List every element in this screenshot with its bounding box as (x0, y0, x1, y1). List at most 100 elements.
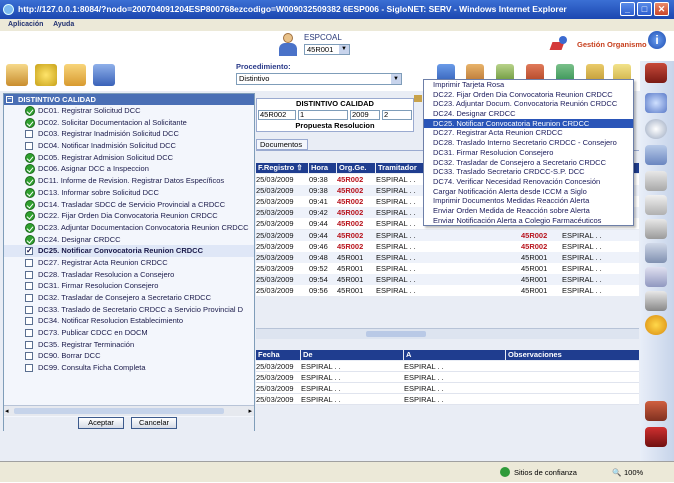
checkbox[interactable] (25, 142, 33, 151)
col-fregistro[interactable]: F.Registro ⇧ (256, 163, 308, 173)
checkbox[interactable] (25, 329, 33, 338)
lightbulb-icon[interactable] (35, 64, 57, 86)
procedimiento-select[interactable]: Distintivo ▼ (236, 73, 402, 85)
document-icon[interactable] (645, 145, 667, 165)
dropdown-item[interactable]: Cargar Notificación Alerta desde ICCM a … (424, 187, 633, 197)
checkbox[interactable] (25, 258, 33, 267)
tree-item[interactable]: DC99. Consulta Ficha Completa (4, 362, 254, 374)
tree-item[interactable]: DC01. Registrar Solicitud DCC (4, 105, 254, 117)
tree-item[interactable]: DC14. Trasladar SDCC de Servicio Provinc… (4, 199, 254, 211)
tree-item[interactable]: DC33. Traslado de Secretario CRDCC a Ser… (4, 304, 254, 316)
tree-item[interactable]: DC27. Registrar Acta Reunion CRDCC (4, 257, 254, 269)
folder-icon[interactable] (64, 64, 86, 86)
dropdown-item[interactable]: Enviar Notificación Alerta a Colegio Far… (424, 216, 633, 226)
clip-icon[interactable] (645, 267, 667, 287)
col-observaciones[interactable]: Observaciones (506, 350, 639, 360)
gear-icon[interactable] (645, 315, 667, 335)
tab-documentos[interactable]: Documentos (256, 139, 308, 150)
dropdown-item[interactable]: DC28. Traslado Interno Secretario CRDCC … (424, 138, 633, 148)
col-hora[interactable]: Hora (309, 163, 336, 173)
table-row[interactable]: 25/03/2009 09:52 45R001 ESPIRAL . . 45R001 ES… (256, 262, 639, 274)
col-de[interactable]: De (301, 350, 403, 360)
col-orgge[interactable]: Org.Ge. (337, 163, 375, 173)
tree-item[interactable]: DC24. Designar CRDCC (4, 234, 254, 246)
font-icon[interactable] (645, 291, 667, 311)
checkbox[interactable] (25, 317, 33, 326)
tools-cross-icon[interactable] (645, 401, 667, 421)
table-row[interactable]: 25/03/2009 ESPIRAL . . ESPIRAL . . (256, 394, 639, 405)
maximize-button[interactable]: □ (637, 2, 652, 16)
tree-item[interactable]: DC06. Asignar DCC a Inspeccion (4, 163, 254, 175)
folder-small-icon[interactable] (414, 95, 422, 102)
stack-icon[interactable] (645, 171, 667, 191)
table-row[interactable]: 25/03/2009 ESPIRAL . . ESPIRAL . . (256, 361, 639, 372)
table-row[interactable]: 25/03/2009 09:46 45R002 ESPIRAL . . 45R002 ES… (256, 240, 639, 252)
checkbox[interactable] (25, 294, 33, 302)
printer-icon[interactable] (645, 243, 667, 263)
network-icon[interactable] (93, 64, 115, 86)
org-select[interactable]: 45R001 ▼ (304, 44, 350, 55)
accept-button[interactable]: Aceptar (78, 417, 124, 429)
dropdown-item[interactable]: DC27. Registrar Acta Reunion CRDCC (424, 128, 633, 138)
info-icon[interactable]: i (648, 31, 666, 49)
dropdown-item[interactable]: DC74. Verificar Necesidad Renovación Con… (424, 177, 633, 187)
checkbox[interactable] (25, 282, 33, 291)
dropdown-item[interactable]: Enviar Orden Medida de Reacción sobre Al… (424, 206, 633, 216)
table-row[interactable]: 25/03/2009 ESPIRAL . . ESPIRAL . . (256, 383, 639, 394)
dropdown-item[interactable]: DC32. Trasladar de Consejero a Secretari… (424, 158, 633, 168)
tree-item[interactable]: DC34. Notificar Resolucion Establecimien… (4, 315, 254, 327)
checkbox-checked[interactable] (25, 245, 33, 257)
checkbox[interactable] (25, 352, 33, 361)
dropdown-item[interactable]: DC22. Fijar Orden Dia Convocatoria Reuni… (424, 90, 633, 100)
tree-item[interactable]: DC32. Trasladar de Consejero a Secretari… (4, 292, 254, 304)
tree-item[interactable]: DC35. Registrar Terminación (4, 339, 254, 351)
back-icon[interactable] (645, 119, 667, 139)
upper-hscroll[interactable] (256, 328, 639, 339)
tools-icon[interactable] (6, 64, 28, 86)
zoom-icon[interactable]: 🔍 (612, 462, 621, 483)
tree-item[interactable]: DC25. Notificar Convocatoria Reunion CRD… (4, 245, 254, 257)
checkbox[interactable] (25, 305, 33, 314)
copy-icon[interactable] (645, 219, 667, 239)
table-row[interactable]: 25/03/2009 09:48 45R001 ESPIRAL . . 45R001 ES… (256, 251, 639, 263)
dropdown-item[interactable]: Imprimir Documentos Medidas Reacción Ale… (424, 196, 633, 206)
checkbox[interactable] (25, 270, 33, 279)
col-a[interactable]: A (404, 350, 505, 360)
dropdown-item[interactable]: DC24. Designar CRDCC (424, 109, 633, 119)
zoom-level[interactable]: 100% (624, 462, 643, 483)
tree-item[interactable]: DC73. Publicar CDCC en DOCM (4, 327, 254, 339)
scroll-right-icon[interactable]: ▸ (248, 407, 252, 415)
dropdown-item[interactable]: DC31. Firmar Resolucion Consejero (424, 148, 633, 158)
dropdown-item[interactable]: DC33. Traslado Secretario CRDCC-S.P. DCC (424, 167, 633, 177)
menu-aplicacion[interactable]: Aplicación (8, 21, 43, 28)
scroll-thumb[interactable] (14, 408, 224, 414)
dropdown-item[interactable]: DC25. Notificar Convocatoria Reunion CRD… (424, 118, 633, 129)
pages-icon[interactable] (645, 195, 667, 215)
magnifier-icon[interactable] (645, 93, 667, 113)
checkbox[interactable] (25, 340, 33, 349)
minimize-button[interactable]: _ (620, 2, 635, 16)
book-icon[interactable] (645, 63, 667, 83)
tree-hscroll[interactable]: ◂ ▸ (4, 405, 254, 416)
tree-item[interactable]: DC31. Firmar Resolucion Consejero (4, 280, 254, 292)
tree-item[interactable]: DC13. Informar sobre Solicitud DCC (4, 187, 254, 199)
dropdown-item[interactable]: Imprimir Tarjeta Rosa (424, 80, 633, 90)
scroll-left-icon[interactable]: ◂ (5, 407, 9, 415)
table-row[interactable]: 25/03/2009 09:44 45R002 ESPIRAL . . 45R002 ES… (256, 229, 639, 241)
tree-root[interactable]: − DISTINTIVO CALIDAD (4, 94, 254, 105)
table-row[interactable]: 25/03/2009 09:56 45R001 ESPIRAL . . 45R001 ES… (256, 285, 639, 296)
tree-item[interactable]: DC23. Adjuntar Documentacion Convocatori… (4, 222, 254, 234)
table-row[interactable]: 25/03/2009 ESPIRAL . . ESPIRAL . . (256, 372, 639, 383)
close-button[interactable]: ✕ (654, 2, 669, 16)
collapse-icon[interactable]: − (6, 96, 13, 103)
tree-item[interactable]: DC03. Registrar Inadmisión Solicitud DCC (4, 128, 254, 140)
exit-icon[interactable] (645, 427, 667, 447)
menu-ayuda[interactable]: Ayuda (53, 21, 74, 28)
tree-item[interactable]: DC22. Fijar Orden Dia Convocatoria Reuni… (4, 210, 254, 222)
tree-item[interactable]: DC05. Registrar Admision Solicitud DCC (4, 152, 254, 164)
cancel-button[interactable]: Cancelar (131, 417, 177, 429)
scroll-thumb[interactable] (366, 331, 426, 337)
tree-item[interactable]: DC04. Notificar Inadmisión Solicitud DCC (4, 140, 254, 152)
tree-item[interactable]: DC02. Solicitar Documentacion al Solicit… (4, 117, 254, 129)
tree-item[interactable]: DC11. Informe de Revision. Registrar Dat… (4, 175, 254, 187)
